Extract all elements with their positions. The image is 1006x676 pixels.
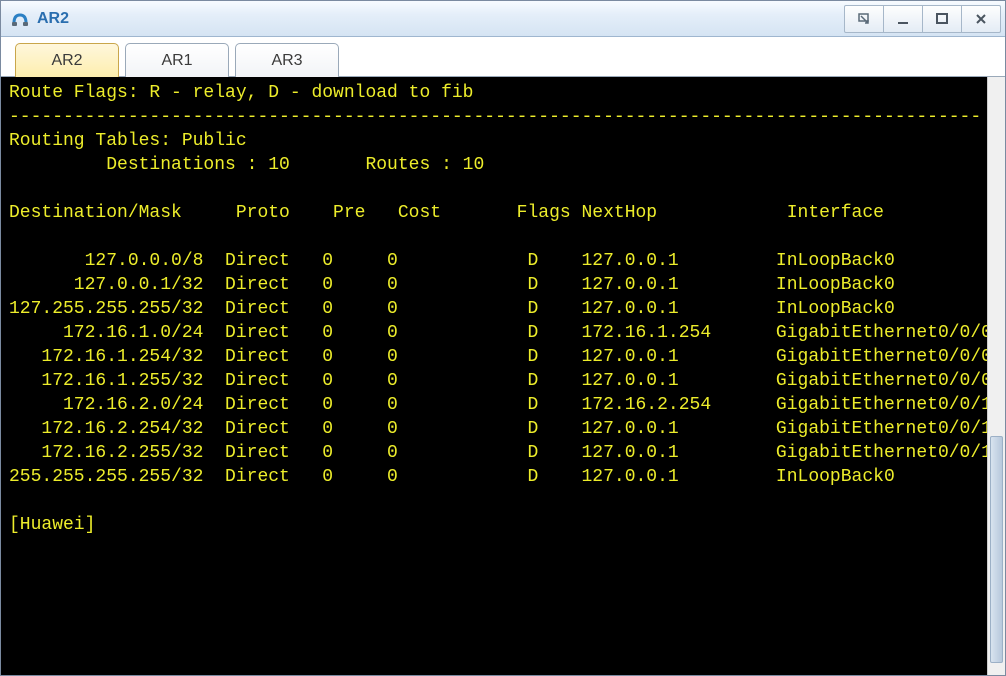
window-controls	[845, 5, 1001, 33]
scrollbar-track[interactable]	[988, 77, 1005, 675]
app-window: AR2 AR2 AR1 AR3 Route Flags: R - rela	[0, 0, 1006, 676]
vertical-scrollbar[interactable]	[987, 77, 1005, 675]
close-button[interactable]	[961, 5, 1001, 33]
titlebar: AR2	[1, 1, 1005, 37]
scrollbar-thumb[interactable]	[990, 436, 1003, 663]
terminal-area: Route Flags: R - relay, D - download to …	[1, 77, 1005, 675]
terminal-output[interactable]: Route Flags: R - relay, D - download to …	[1, 77, 987, 675]
tab-label: AR3	[271, 52, 302, 70]
app-icon	[9, 8, 31, 30]
tab-ar3[interactable]: AR3	[235, 43, 339, 77]
tabbar: AR2 AR1 AR3	[1, 37, 1005, 77]
tab-ar2[interactable]: AR2	[15, 43, 119, 77]
restore-button[interactable]	[844, 5, 884, 33]
tab-label: AR2	[51, 52, 82, 70]
tab-label: AR1	[161, 52, 192, 70]
minimize-button[interactable]	[883, 5, 923, 33]
tab-ar1[interactable]: AR1	[125, 43, 229, 77]
window-title: AR2	[37, 10, 845, 28]
maximize-button[interactable]	[922, 5, 962, 33]
